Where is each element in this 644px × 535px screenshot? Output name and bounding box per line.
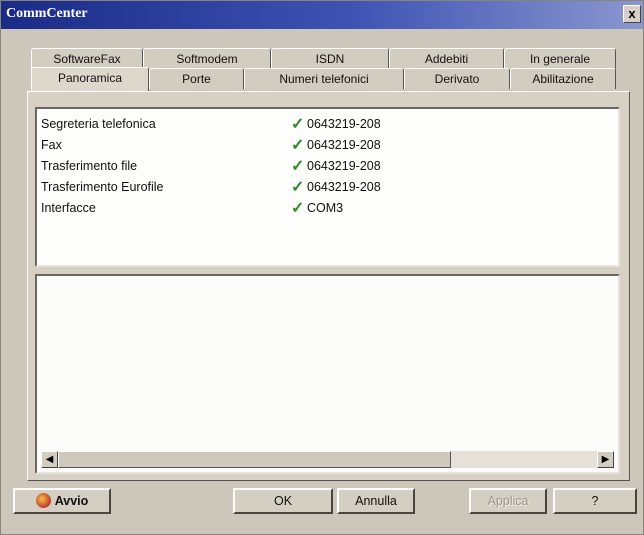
check-icon: ✓: [291, 137, 305, 154]
service-number: COM3: [307, 201, 344, 215]
list-item[interactable]: Segreteria telefonica ✓ 0643219-208: [41, 115, 601, 135]
list-item[interactable]: Trasferimento file ✓ 0643219-208: [41, 157, 601, 177]
tab-derivato[interactable]: Derivato: [404, 68, 510, 89]
tab-numeri-telefonici[interactable]: Numeri telefonici: [244, 68, 404, 89]
tab-abilitazione[interactable]: Abilitazione: [510, 68, 616, 89]
check-icon: ✓: [291, 158, 305, 175]
tab-addebiti[interactable]: Addebiti: [389, 48, 504, 69]
tab-isdn[interactable]: ISDN: [271, 48, 389, 69]
list-item[interactable]: Trasferimento Eurofile ✓ 0643219-208: [41, 178, 601, 198]
tab-panoramica[interactable]: Panoramica: [31, 67, 149, 91]
service-name: Trasferimento Eurofile: [41, 180, 164, 194]
service-name: Segreteria telefonica: [41, 117, 156, 131]
commcenter-window: CommCenter x SoftwareFax Softmodem ISDN …: [0, 0, 644, 535]
window-title: CommCenter: [6, 6, 88, 21]
list-item[interactable]: Fax ✓ 0643219-208: [41, 136, 601, 156]
tab-softwarefax[interactable]: SoftwareFax: [31, 48, 143, 69]
horizontal-scrollbar[interactable]: ◀ ▶: [41, 451, 614, 468]
service-name: Interfacce: [41, 201, 96, 215]
list-item[interactable]: Interfacce ✓ COM3: [41, 199, 601, 219]
title-bar[interactable]: CommCenter x: [1, 1, 643, 29]
ok-button[interactable]: OK: [233, 488, 333, 514]
close-icon: x: [628, 6, 636, 21]
scroll-left-button[interactable]: ◀: [41, 451, 58, 468]
check-icon: ✓: [291, 200, 305, 217]
avvio-label: Avvio: [54, 494, 89, 508]
overview-panel: Segreteria telefonica ✓ 0643219-208 Fax …: [27, 91, 630, 481]
tab-porte[interactable]: Porte: [149, 68, 244, 89]
start-icon: [35, 493, 51, 508]
avvio-button[interactable]: Avvio: [13, 488, 111, 514]
service-number: 0643219-208: [307, 138, 381, 152]
check-icon: ✓: [291, 116, 305, 133]
annulla-button[interactable]: Annulla: [337, 488, 415, 514]
service-number: 0643219-208: [307, 117, 381, 131]
arrow-left-icon: ◀: [45, 454, 54, 465]
service-name: Fax: [41, 138, 62, 152]
help-button[interactable]: ?: [553, 488, 637, 514]
arrow-right-icon: ▶: [601, 454, 610, 465]
service-number: 0643219-208: [307, 180, 381, 194]
scroll-thumb[interactable]: [58, 451, 451, 468]
tab-in-generale[interactable]: In generale: [504, 48, 616, 69]
close-button[interactable]: x: [623, 5, 641, 23]
tab-softmodem[interactable]: Softmodem: [143, 48, 271, 69]
scroll-right-button[interactable]: ▶: [597, 451, 614, 468]
service-number: 0643219-208: [307, 159, 381, 173]
log-area[interactable]: ◀ ▶: [35, 274, 620, 474]
service-list[interactable]: Segreteria telefonica ✓ 0643219-208 Fax …: [35, 107, 620, 267]
check-icon: ✓: [291, 179, 305, 196]
applica-button[interactable]: Applica: [469, 488, 547, 514]
service-name: Trasferimento file: [41, 159, 138, 173]
